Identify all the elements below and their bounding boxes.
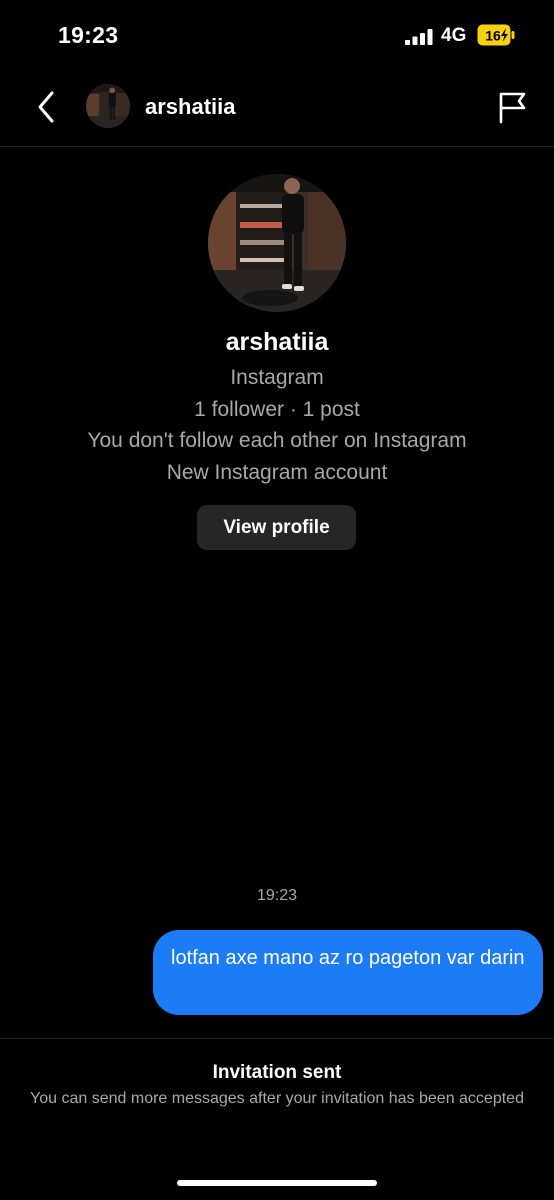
profile-stats: 1 follower · 1 post: [194, 398, 360, 421]
sent-message-bubble[interactable]: lotfan axe mano az ro pageton var darin: [153, 930, 543, 1015]
network-type: 4G: [441, 25, 467, 46]
header-avatar[interactable]: [86, 84, 130, 128]
profile-avatar[interactable]: [208, 174, 346, 312]
profile-name: arshatiia: [225, 328, 329, 356]
flag-icon[interactable]: [496, 90, 530, 124]
battery-icon: 16: [477, 24, 515, 46]
profile-source: Instagram: [230, 366, 324, 389]
footer-divider: [0, 1038, 554, 1039]
account-note: New Instagram account: [166, 461, 388, 484]
invitation-title: Invitation sent: [212, 1062, 342, 1083]
follow-status: You don't follow each other on Instagram: [87, 429, 467, 452]
header-username[interactable]: arshatiia: [145, 94, 236, 120]
status-time: 19:23: [58, 22, 119, 48]
view-profile-button[interactable]: View profile: [197, 505, 356, 550]
back-arrow-icon[interactable]: [32, 88, 62, 126]
invitation-subtitle: You can send more messages after your in…: [30, 1090, 524, 1107]
signal-icon: [405, 29, 433, 45]
home-indicator[interactable]: [177, 1180, 377, 1186]
message-timestamp: 19:23: [256, 887, 298, 904]
battery-level: 16: [485, 28, 501, 44]
header-divider: [0, 146, 554, 147]
